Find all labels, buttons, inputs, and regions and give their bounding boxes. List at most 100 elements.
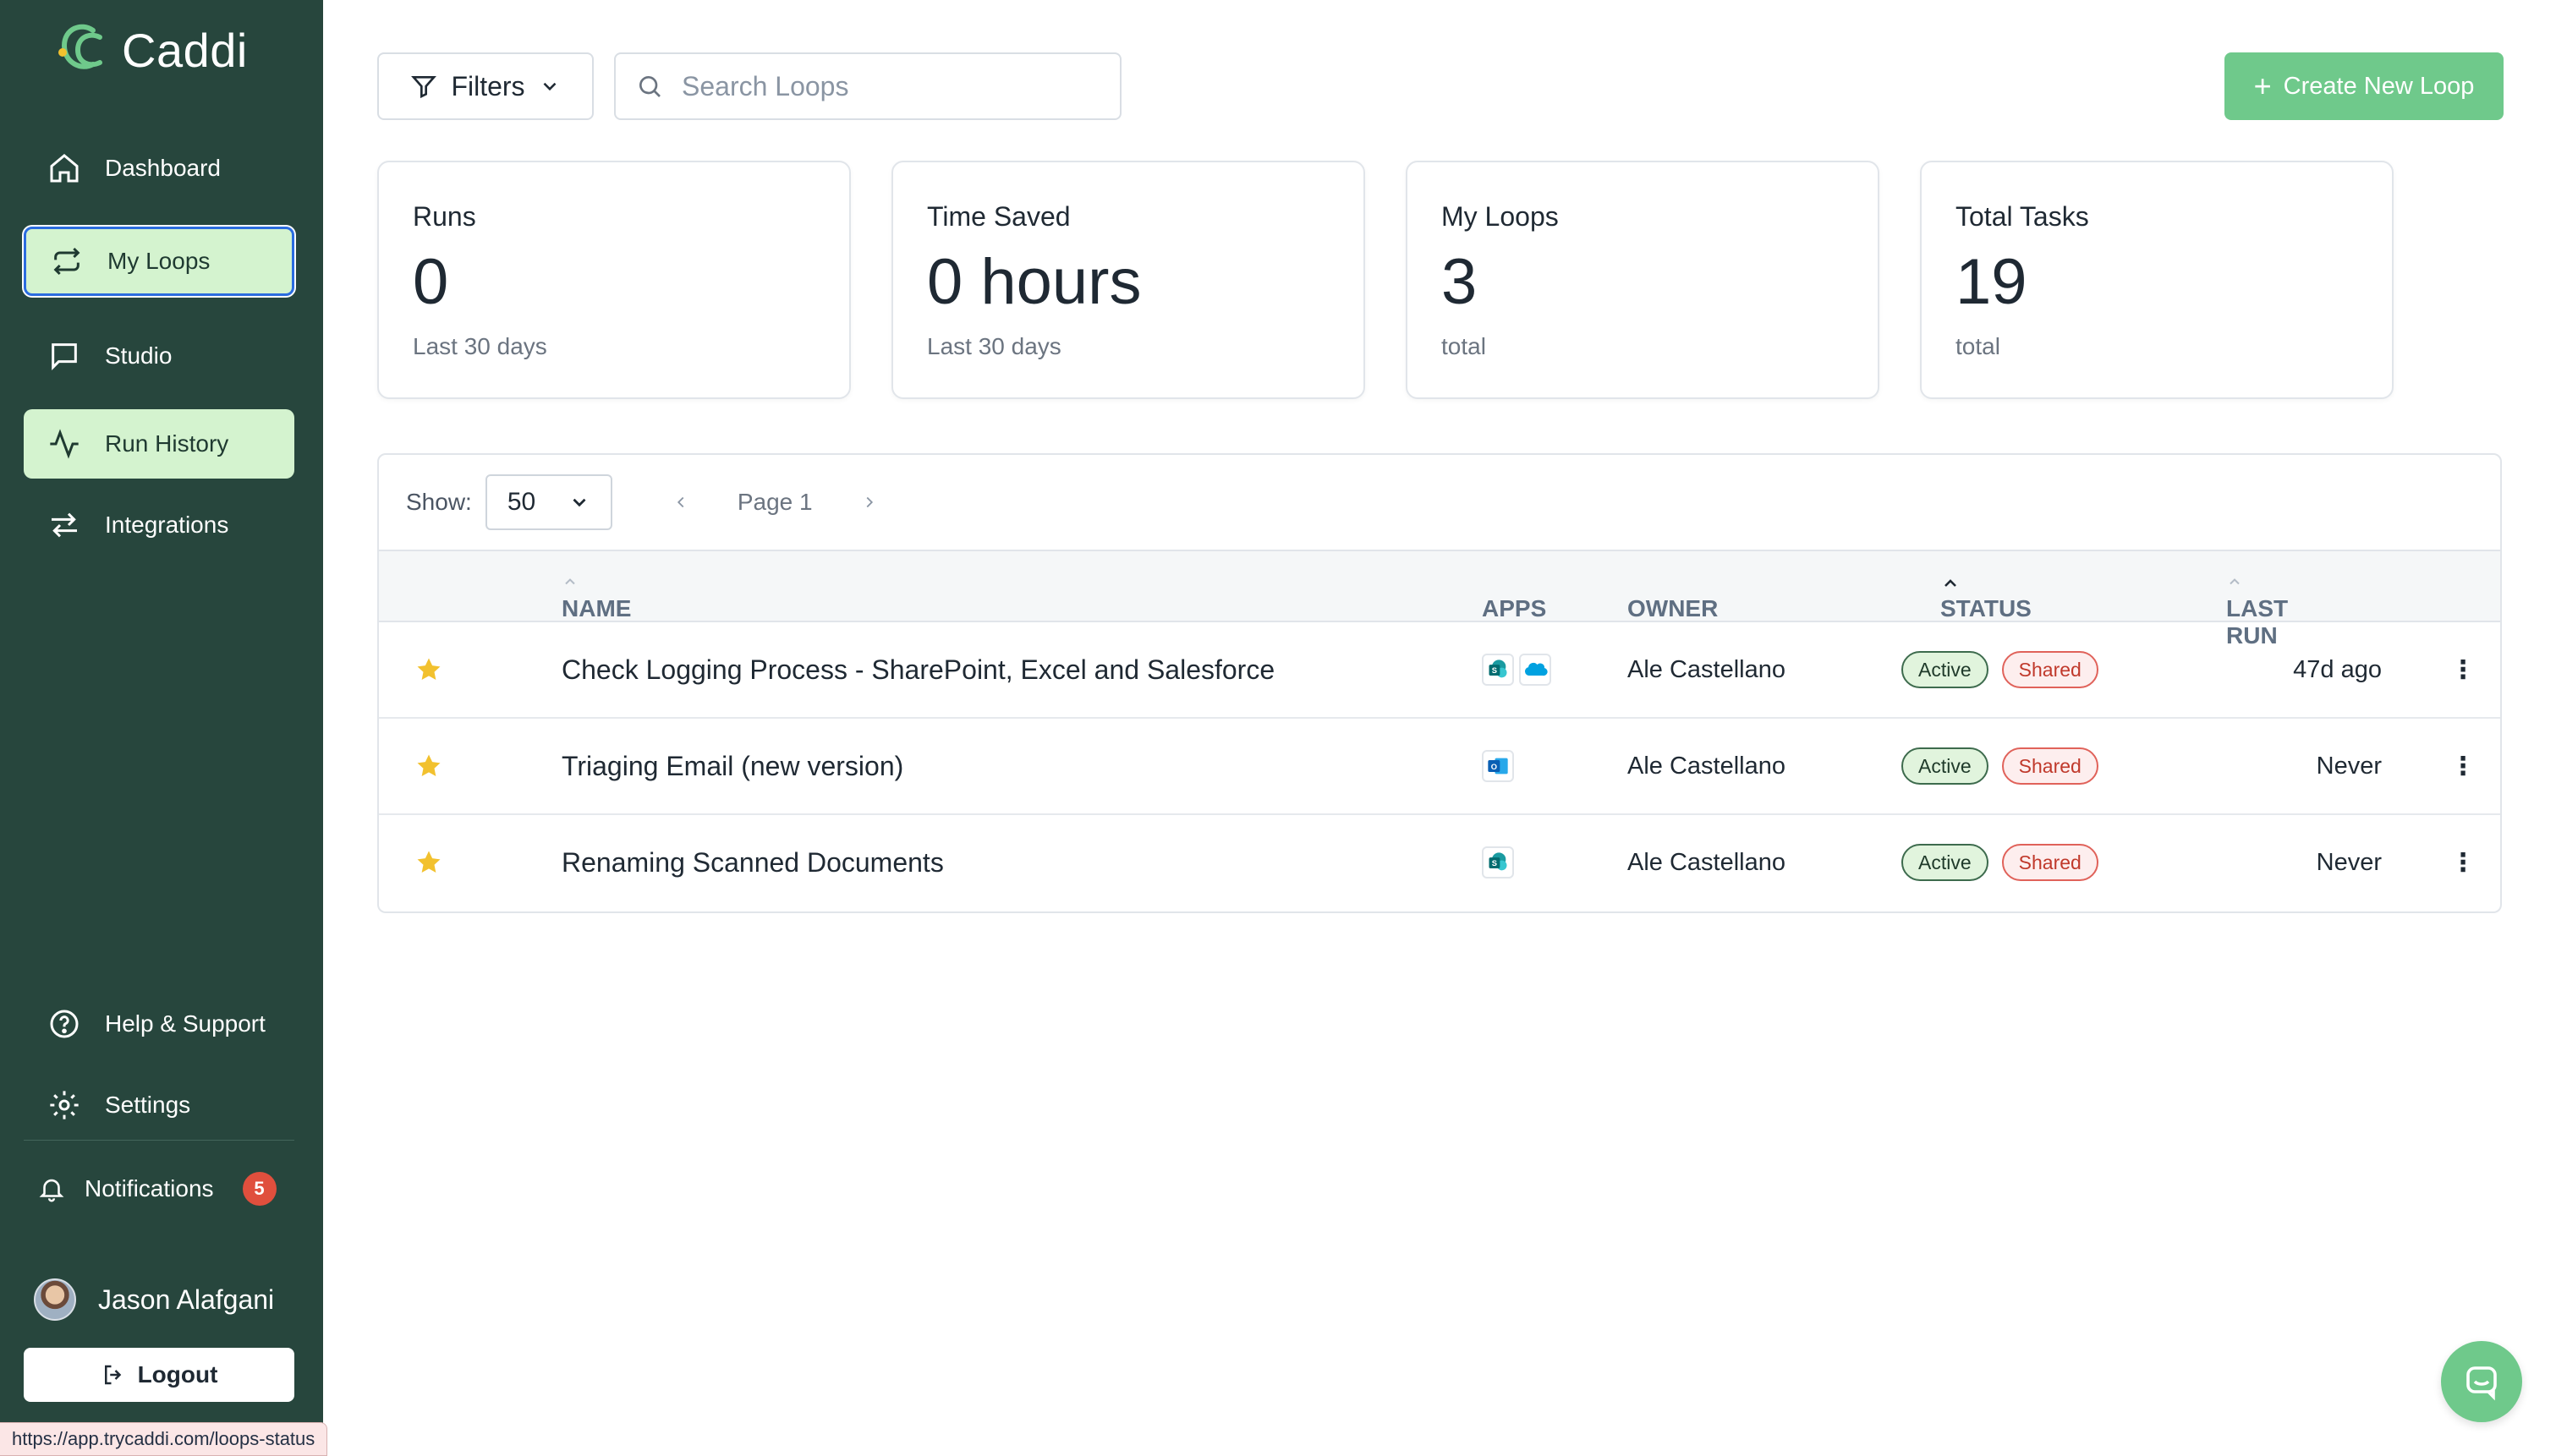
table-row[interactable]: Check Logging Process - SharePoint, Exce… — [379, 622, 2500, 719]
row-menu-icon[interactable]: ⋮ — [2446, 719, 2480, 813]
stat-value: 0 — [413, 246, 449, 318]
column-header-name[interactable]: NAME — [562, 573, 631, 621]
prev-page-button[interactable] — [672, 493, 690, 512]
column-header-last-run[interactable]: LAST RUN — [2226, 573, 2288, 649]
status-cell: Active Shared — [1901, 719, 2098, 813]
table-header: NAME APPS OWNER STATUS LAST RUN — [379, 551, 2500, 649]
sidebar-item-run-history[interactable]: Run History — [24, 409, 294, 479]
gear-icon — [46, 1087, 83, 1124]
stat-label: My Loops — [1441, 201, 1559, 232]
browser-status-url: https://app.trycaddi.com/loops-status — [0, 1422, 328, 1456]
row-menu-icon[interactable]: ⋮ — [2446, 815, 2480, 910]
loop-name[interactable]: Check Logging Process - SharePoint, Exce… — [562, 622, 1275, 717]
salesforce-icon — [1519, 654, 1551, 686]
app-name: Caddi — [122, 23, 248, 77]
page-label: Page 1 — [737, 489, 813, 515]
stat-card-my-loops: My Loops 3 total — [1406, 161, 1879, 399]
chat-icon — [46, 337, 83, 375]
column-label: APPS — [1482, 595, 1547, 621]
create-new-loop-button[interactable]: + Create New Loop — [2224, 52, 2504, 120]
table-row[interactable]: Triaging Email (new version) O Ale Caste… — [379, 719, 2500, 815]
svg-text:O: O — [1491, 763, 1497, 771]
arrows-icon — [46, 506, 83, 544]
star-icon[interactable] — [414, 622, 443, 717]
sidebar-item-label: Help & Support — [105, 1010, 266, 1037]
sidebar-item-studio[interactable]: Studio — [24, 321, 294, 391]
chevron-down-icon — [568, 491, 590, 513]
chevron-down-icon — [539, 75, 561, 97]
sidebar-item-dashboard[interactable]: Dashboard — [24, 134, 294, 203]
pagination: Page 1 — [672, 489, 879, 516]
chat-bubble-icon — [2461, 1361, 2502, 1402]
table-toolbar: Show: 50 Page 1 — [377, 453, 2502, 551]
sidebar-item-help[interactable]: Help & Support — [24, 989, 294, 1059]
help-icon — [46, 1005, 83, 1043]
sort-up-icon — [565, 578, 575, 585]
outlook-icon: O — [1482, 750, 1514, 782]
show-label: Show: — [406, 489, 472, 515]
owner-name: Ale Castellano — [1627, 752, 1785, 780]
sidebar-item-label: Dashboard — [105, 155, 221, 181]
star-icon[interactable] — [414, 815, 443, 910]
apps-cell: S — [1482, 622, 1551, 717]
table-row[interactable]: Renaming Scanned Documents S Ale Castell… — [379, 815, 2500, 911]
filters-button[interactable]: Filters — [377, 52, 594, 120]
owner-name: Ale Castellano — [1627, 848, 1785, 876]
sidebar-item-label: Run History — [105, 430, 229, 457]
loop-icon — [48, 243, 85, 280]
user-profile[interactable]: Jason Alafgani — [34, 1278, 274, 1321]
notifications-count-badge: 5 — [242, 1172, 277, 1206]
loop-name[interactable]: Triaging Email (new version) — [562, 719, 903, 813]
bell-icon — [37, 1174, 66, 1203]
avatar — [34, 1278, 76, 1321]
sidebar-item-integrations[interactable]: Integrations — [24, 490, 294, 560]
sidebar-item-label: My Loops — [107, 248, 211, 274]
search-input[interactable] — [682, 70, 1088, 102]
status-cell: Active Shared — [1901, 815, 2098, 910]
status-cell: Active Shared — [1901, 622, 2098, 717]
sharepoint-icon: S — [1482, 846, 1514, 879]
loop-name[interactable]: Renaming Scanned Documents — [562, 815, 944, 910]
sidebar-item-label: Studio — [105, 342, 173, 369]
stat-sub: Last 30 days — [413, 333, 547, 359]
stat-card-time-saved: Time Saved 0 hours Last 30 days — [891, 161, 1365, 399]
svg-text:S: S — [1492, 859, 1497, 868]
sidebar-item-my-loops[interactable]: My Loops — [24, 227, 294, 296]
home-icon — [46, 150, 83, 187]
user-name: Jason Alafgani — [98, 1284, 275, 1315]
notifications-button[interactable]: Notifications 5 — [37, 1172, 277, 1206]
svg-text:S: S — [1492, 666, 1497, 675]
logout-button[interactable]: Logout — [24, 1348, 294, 1402]
page-size-select[interactable]: 50 — [485, 474, 612, 530]
caddi-logo[interactable]: Caddi — [56, 22, 248, 78]
sharepoint-icon: S — [1482, 654, 1514, 686]
search-icon — [636, 73, 663, 100]
stat-label: Time Saved — [927, 201, 1071, 232]
search-box[interactable] — [614, 52, 1122, 120]
filters-label: Filters — [451, 70, 525, 101]
star-icon[interactable] — [414, 719, 443, 813]
shared-badge: Shared — [2001, 844, 2098, 881]
loops-table: NAME APPS OWNER STATUS LAST RUN Check Lo… — [377, 551, 2502, 913]
next-page-button[interactable] — [860, 493, 879, 512]
sort-up-icon — [2230, 578, 2240, 585]
shared-badge: Shared — [2001, 651, 2098, 688]
activity-icon — [46, 425, 83, 463]
sidebar-item-settings[interactable]: Settings — [24, 1070, 294, 1140]
status-badge: Active — [1901, 844, 1988, 881]
stat-sub: total — [1955, 333, 2000, 359]
stat-sub: Last 30 days — [927, 333, 1061, 359]
create-label: Create New Loop — [2283, 72, 2475, 100]
logout-icon — [101, 1362, 126, 1388]
row-menu-icon[interactable]: ⋮ — [2446, 622, 2480, 717]
shared-badge: Shared — [2001, 747, 2098, 785]
chat-support-button[interactable] — [2441, 1341, 2522, 1422]
caddi-logo-icon — [58, 24, 102, 69]
apps-cell: S — [1482, 815, 1514, 910]
notifications-label: Notifications — [85, 1175, 214, 1201]
stat-sub: total — [1441, 333, 1486, 359]
stat-value: 0 hours — [927, 246, 1142, 318]
plus-icon: + — [2253, 68, 2272, 103]
column-header-status[interactable]: STATUS — [1940, 573, 2032, 621]
stat-label: Runs — [413, 201, 476, 232]
